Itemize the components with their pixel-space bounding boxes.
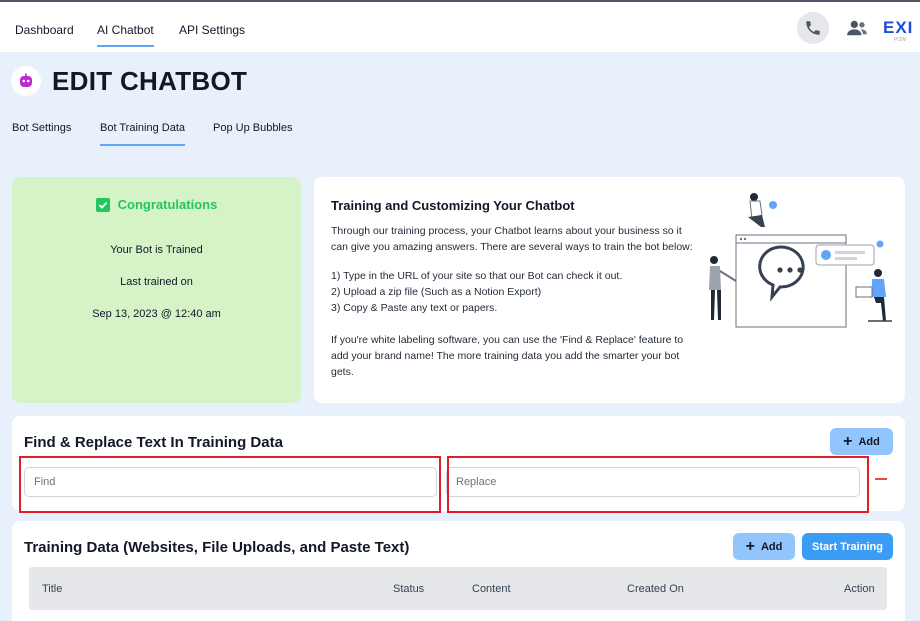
plus-icon: + bbox=[745, 537, 755, 555]
start-training-button[interactable]: Start Training bbox=[802, 533, 893, 560]
brand-logo-sub: POW bbox=[894, 37, 906, 43]
training-data-add-label: Add bbox=[760, 540, 783, 553]
tab-bot-settings[interactable]: Bot Settings bbox=[12, 122, 71, 134]
find-replace-title: Find & Replace Text In Training Data bbox=[24, 434, 283, 451]
last-trained-label: Last trained on bbox=[120, 276, 193, 288]
check-icon bbox=[95, 197, 110, 212]
info-step-1: 1) Type in the URL of your site so that … bbox=[331, 270, 623, 282]
column-header-created-on[interactable]: Created On bbox=[627, 583, 684, 595]
page-title: EDIT CHATBOT bbox=[52, 66, 248, 96]
congrats-header: Congratulations bbox=[12, 197, 301, 212]
replace-input[interactable] bbox=[446, 467, 860, 497]
column-header-content[interactable]: Content bbox=[472, 583, 511, 595]
info-intro-line-1: Through our training process, your Chatb… bbox=[331, 225, 682, 237]
top-navbar: Dashboard AI Chatbot API Settings EXI PO… bbox=[0, 0, 920, 52]
nav-ai-chatbot[interactable]: AI Chatbot bbox=[97, 23, 154, 47]
bot-trained-status: Your Bot is Trained bbox=[110, 244, 203, 256]
training-data-title: Training Data (Websites, File Uploads, a… bbox=[24, 539, 410, 556]
plus-icon: + bbox=[843, 432, 853, 450]
nav-dashboard[interactable]: Dashboard bbox=[15, 23, 74, 37]
find-replace-add-button[interactable]: + Add bbox=[830, 428, 893, 455]
nav-api-settings[interactable]: API Settings bbox=[179, 23, 245, 37]
robot-icon bbox=[20, 73, 32, 87]
training-info-card: Training and Customizing Your Chatbot Th… bbox=[314, 177, 905, 403]
last-trained-date: Sep 13, 2023 @ 12:40 am bbox=[92, 308, 221, 320]
info-note-line-3: gets. bbox=[331, 366, 354, 378]
phone-icon bbox=[806, 21, 820, 35]
phone-button[interactable] bbox=[797, 12, 829, 44]
congrats-title: Congratulations bbox=[117, 197, 218, 212]
remove-row-button[interactable] bbox=[874, 471, 888, 487]
training-data-add-button[interactable]: + Add bbox=[733, 533, 795, 560]
minus-icon bbox=[875, 478, 887, 480]
info-title: Training and Customizing Your Chatbot bbox=[331, 198, 575, 213]
info-step-3: 3) Copy & Paste any text or papers. bbox=[331, 302, 498, 314]
info-note-line-2: add your brand name! The more training d… bbox=[331, 350, 680, 362]
find-replace-add-label: Add bbox=[858, 435, 880, 448]
find-input[interactable] bbox=[24, 467, 437, 497]
chat-illustration bbox=[709, 193, 892, 328]
info-note-line-1: If you're white labeling software, you c… bbox=[331, 334, 684, 346]
column-header-status[interactable]: Status bbox=[393, 583, 424, 595]
chatbot-avatar bbox=[11, 66, 41, 96]
info-step-2: 2) Upload a zip file (Such as a Notion E… bbox=[331, 286, 542, 298]
column-header-action[interactable]: Action bbox=[844, 583, 875, 595]
training-status-card: Congratulations Your Bot is Trained Last… bbox=[12, 177, 301, 403]
users-icon bbox=[847, 20, 867, 36]
users-button[interactable] bbox=[845, 16, 869, 40]
tab-pop-up-bubbles[interactable]: Pop Up Bubbles bbox=[213, 122, 293, 134]
info-intro-line-2: can give you amazing answers. There are … bbox=[331, 241, 693, 253]
tab-bot-training-data[interactable]: Bot Training Data bbox=[100, 122, 185, 146]
brand-logo[interactable]: EXI bbox=[883, 18, 913, 38]
training-data-table-header: Title Status Content Created On Action bbox=[29, 567, 887, 610]
column-header-title[interactable]: Title bbox=[42, 583, 62, 595]
